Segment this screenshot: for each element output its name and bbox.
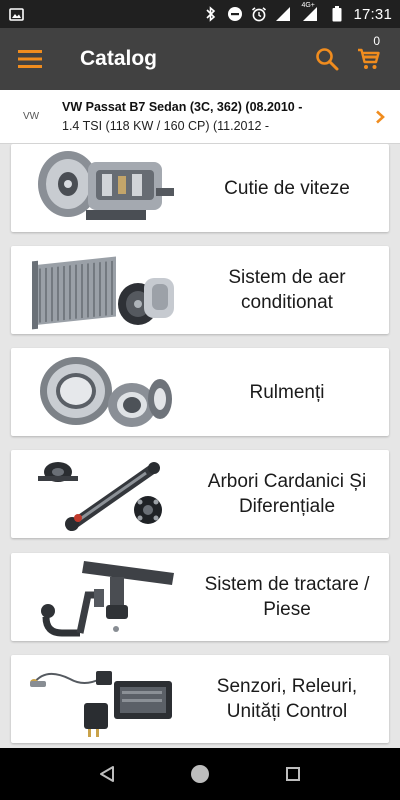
back-button[interactable] xyxy=(87,754,127,794)
vehicle-model-line: VW Passat B7 Sedan (3C, 362) (08.2010 - xyxy=(62,99,303,114)
gearbox-icon xyxy=(11,144,191,232)
category-label: Arbori Cardanici Și Diferențiale xyxy=(207,471,367,517)
chevron-right-icon xyxy=(376,110,385,123)
do-not-disturb-icon xyxy=(227,6,243,22)
category-card-bearings[interactable]: Rulmenți xyxy=(11,348,389,436)
bearings-icon xyxy=(11,348,191,436)
sensors-relays-icon xyxy=(11,655,191,743)
search-icon xyxy=(316,48,339,71)
category-label: Sistem de tractare / Piese xyxy=(204,574,370,620)
cell-signal-icon: 4G+ xyxy=(299,2,321,22)
menu-button[interactable] xyxy=(0,28,60,90)
cart-icon xyxy=(358,48,380,69)
hamburger-icon xyxy=(18,50,42,68)
page-title: Catalog xyxy=(80,47,158,70)
image-icon xyxy=(8,6,24,22)
category-label: Sistem de aer conditionat xyxy=(228,267,346,313)
back-triangle-icon xyxy=(99,766,114,782)
category-card-sensors[interactable]: Senzori, Releuri, Unități Control xyxy=(11,655,389,743)
vehicle-chevron[interactable] xyxy=(360,90,400,144)
category-label: Senzori, Releuri, Unități Control xyxy=(216,676,358,722)
air-conditioning-icon xyxy=(11,246,191,334)
search-button[interactable] xyxy=(306,28,348,90)
category-list[interactable]: Cutie de viteze Sistem de aer conditiona… xyxy=(0,144,400,748)
system-navigation-bar xyxy=(0,748,400,800)
screen: 4G+ 17:31 Catalog 0 VW VW Passat B7 Seda… xyxy=(0,0,400,800)
selected-vehicle[interactable]: VW VW Passat B7 Sedan (3C, 362) (08.2010… xyxy=(0,90,400,144)
driveshaft-icon xyxy=(11,450,191,538)
app-bar: Catalog 0 xyxy=(0,28,400,90)
cart-button[interactable]: 0 xyxy=(348,28,390,90)
recents-button[interactable] xyxy=(273,754,313,794)
wifi-signal-icon xyxy=(275,6,291,22)
battery-icon xyxy=(329,6,345,22)
clock: 17:31 xyxy=(353,5,392,23)
vehicle-engine-line: 1.4 TSI (118 KW / 160 CP) (11.2012 - xyxy=(62,118,270,133)
category-card-tow-bar[interactable]: Sistem de tractare / Piese xyxy=(11,553,389,641)
category-label: Cutie de viteze xyxy=(224,177,350,199)
tow-bar-icon xyxy=(11,553,191,641)
cart-count-badge: 0 xyxy=(373,34,380,48)
category-card-gearbox[interactable]: Cutie de viteze xyxy=(11,144,389,232)
category-card-air-conditioning[interactable]: Sistem de aer conditionat xyxy=(11,246,389,334)
network-type: 4G+ xyxy=(301,2,315,9)
vehicle-description: VW Passat B7 Sedan (3C, 362) (08.2010 - … xyxy=(62,98,360,136)
status-bar: 4G+ 17:31 xyxy=(0,0,400,28)
category-label: Rulmenți xyxy=(249,381,325,403)
home-circle-icon xyxy=(190,765,209,783)
recents-square-icon xyxy=(286,767,301,781)
bluetooth-icon xyxy=(203,6,219,22)
category-card-driveshafts[interactable]: Arbori Cardanici Și Diferențiale xyxy=(11,450,389,538)
vehicle-brand-badge: VW xyxy=(22,111,40,122)
home-button[interactable] xyxy=(180,754,220,794)
alarm-icon xyxy=(251,6,267,22)
